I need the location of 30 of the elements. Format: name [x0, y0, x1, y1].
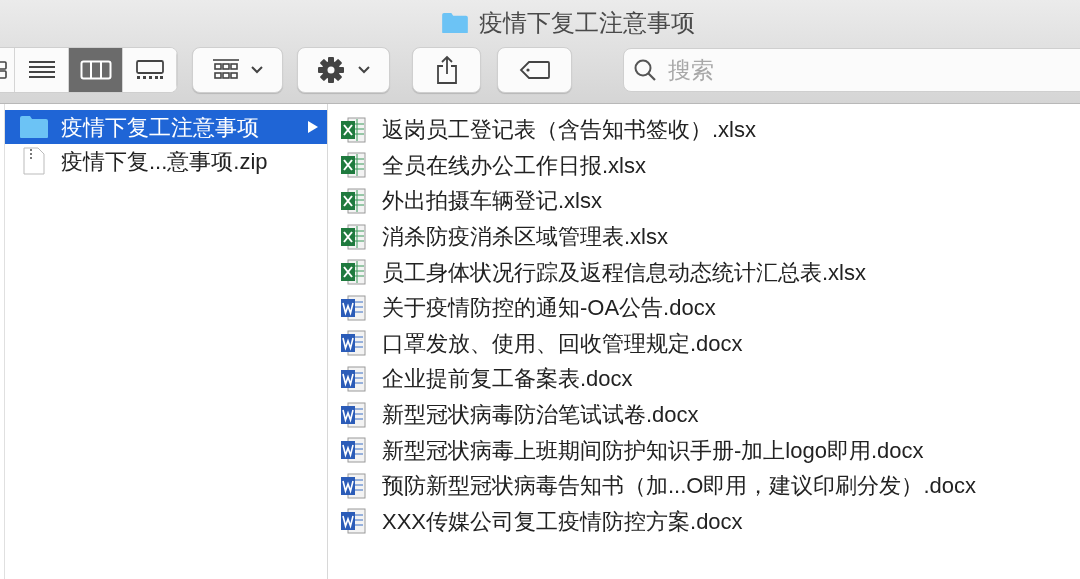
file-name: 预防新型冠状病毒告知书（加...O即用，建议印刷分发）.docx	[382, 472, 977, 501]
file-row[interactable]: 全员在线办公工作日报.xlsx	[340, 147, 1080, 184]
file-name: 疫情下复...意事项.zip	[61, 147, 269, 176]
file-name: XXX传媒公司复工疫情防控方案.docx	[382, 507, 743, 536]
file-name: 新型冠状病毒上班期间防护知识手册-加上logo即用.docx	[382, 436, 924, 465]
search-field[interactable]: 搜索	[623, 48, 1080, 92]
file-row[interactable]: 员工身体状况行踪及返程信息动态统计汇总表.xlsx	[340, 254, 1080, 290]
window-title: 疫情下复工注意事项	[479, 8, 695, 38]
file-name: 员工身体状况行踪及返程信息动态统计汇总表.xlsx	[382, 258, 866, 287]
file-row[interactable]: 企业提前复工备案表.docx	[340, 361, 1080, 397]
file-name: 疫情下复工注意事项	[61, 113, 260, 142]
file-row[interactable]: 关于疫情防控的通知-OA公告.docx	[340, 289, 1080, 326]
file-name: 返岗员工登记表（含告知书签收）.xlsx	[382, 116, 756, 145]
file-row[interactable]: 返岗员工登记表（含告知书签收）.xlsx	[340, 112, 1080, 148]
file-name: 全员在线办公工作日报.xlsx	[382, 151, 646, 180]
file-name: 口罩发放、使用、回收管理规定.docx	[382, 329, 743, 358]
file-row[interactable]: 口罩发放、使用、回收管理规定.docx	[340, 325, 1080, 362]
file-row[interactable]: XXX传媒公司复工疫情防控方案.docx	[340, 503, 1080, 540]
file-name: 消杀防疫消杀区域管理表.xlsx	[382, 223, 668, 252]
file-row[interactable]: 新型冠状病毒上班期间防护知识手册-加上logo即用.docx	[340, 432, 1080, 468]
file-name: 新型冠状病毒防治笔试试卷.docx	[382, 401, 699, 430]
file-row[interactable]: 外出拍摄车辆登记.xlsx	[340, 183, 1080, 219]
file-name: 关于疫情防控的通知-OA公告.docx	[382, 294, 716, 323]
file-row[interactable]: 疫情下复工注意事项	[5, 110, 327, 144]
file-row[interactable]: 消杀防疫消杀区域管理表.xlsx	[340, 218, 1080, 255]
file-row[interactable]: 新型冠状病毒防治笔试试卷.docx	[340, 396, 1080, 433]
file-name: 企业提前复工备案表.docx	[382, 365, 633, 394]
file-row[interactable]: 预防新型冠状病毒告知书（加...O即用，建议印刷分发）.docx	[340, 467, 1080, 504]
file-row[interactable]: 疫情下复...意事项.zip	[5, 144, 327, 178]
file-name: 外出拍摄车辆登记.xlsx	[382, 187, 602, 216]
